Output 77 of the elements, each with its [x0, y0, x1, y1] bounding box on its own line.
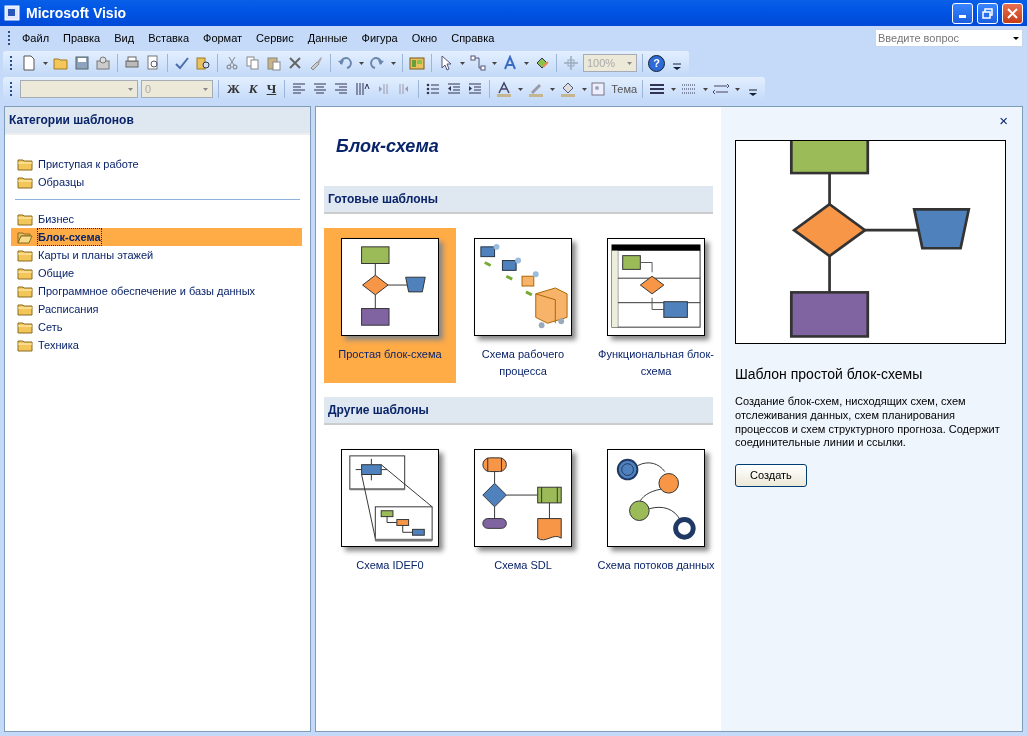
- create-button[interactable]: Создать: [735, 464, 807, 487]
- menu-item[interactable]: Формат: [196, 27, 250, 49]
- category-item[interactable]: Образцы: [11, 173, 302, 191]
- menu-item[interactable]: Вид: [107, 27, 142, 49]
- permission-icon[interactable]: [94, 54, 112, 72]
- folder-icon: [17, 229, 33, 245]
- paste-icon[interactable]: [265, 54, 283, 72]
- folder-icon: [17, 337, 33, 353]
- bold-button[interactable]: Ж: [224, 79, 243, 99]
- close-button[interactable]: ×: [999, 113, 1008, 128]
- template-label: Простая блок-схема: [338, 347, 442, 362]
- research-icon[interactable]: [194, 54, 212, 72]
- menu-item[interactable]: Файл: [15, 27, 57, 49]
- menu-item[interactable]: Правка: [56, 27, 108, 49]
- gallery-title: Блок-схема: [335, 135, 440, 158]
- category-item[interactable]: Карты и планы этажей: [11, 246, 302, 264]
- folder-icon: [17, 156, 33, 172]
- menu-item[interactable]: Сервис: [249, 27, 301, 49]
- template-label: Схема SDL: [494, 558, 552, 573]
- template-item[interactable]: Схема потоков данных: [590, 439, 722, 578]
- category-item[interactable]: Блок-схема: [11, 228, 302, 246]
- text-icon[interactable]: [501, 54, 519, 72]
- menu-item[interactable]: Вставка: [141, 27, 196, 49]
- menu-item[interactable]: Фигура: [354, 27, 405, 49]
- folder-icon: [17, 319, 33, 335]
- template-label: Функциональная блок-схема: [597, 347, 715, 379]
- cut-icon[interactable]: [223, 54, 241, 72]
- menu-item[interactable]: Справка: [444, 27, 502, 49]
- category-item[interactable]: Расписания: [11, 300, 302, 318]
- template-item[interactable]: Схема IDEF0: [324, 439, 456, 578]
- section-title: Готовые шаблоны: [324, 186, 713, 214]
- category-item[interactable]: Общие: [11, 264, 302, 282]
- panel-title: Категории шаблонов: [5, 107, 310, 135]
- help-button[interactable]: ?: [648, 54, 665, 72]
- vertical-text-icon[interactable]: [353, 80, 372, 98]
- section-title: Другие шаблоны: [324, 397, 713, 425]
- close-icon: [1007, 7, 1018, 19]
- restore-icon: [982, 7, 993, 19]
- theme-icon: [591, 81, 608, 97]
- italic-button[interactable]: К: [245, 79, 261, 99]
- template-item[interactable]: Простая блок-схема: [324, 228, 456, 383]
- folder-icon: [17, 174, 33, 190]
- category-item[interactable]: Приступая к работе: [11, 155, 302, 173]
- template-label: Схема рабочего процесса: [480, 347, 566, 379]
- template-label: Схема IDEF0: [356, 558, 424, 573]
- restore-button[interactable]: [977, 2, 998, 24]
- menu-item[interactable]: Окно: [404, 27, 445, 49]
- theme-button[interactable]: Тема: [591, 80, 638, 98]
- folder-icon: [17, 265, 33, 281]
- font-color-icon[interactable]: [495, 80, 514, 98]
- folder-icon: [17, 301, 33, 317]
- category-item[interactable]: Сеть: [11, 318, 302, 336]
- window-title: Microsoft Visio: [26, 3, 127, 23]
- folder-icon: [17, 211, 33, 227]
- template-title: Шаблон простой блок-схемы: [735, 365, 924, 384]
- category-item[interactable]: Программное обеспечение и базы данных: [11, 282, 302, 300]
- folder-icon: [17, 283, 33, 299]
- template-item[interactable]: Схема рабочего процесса: [457, 228, 589, 383]
- help-search-field[interactable]: Введите вопрос: [875, 29, 1023, 47]
- minimize-button[interactable]: [952, 2, 973, 24]
- template-item[interactable]: Функциональная блок-схема: [590, 228, 722, 383]
- fill-color-icon[interactable]: [559, 80, 578, 98]
- app-icon: [4, 5, 20, 21]
- template-description: Создание блок-схем, нисходящих схем, схем отслеживания данных, схем планирования процессов и схем структурного прогноза. Содержит соединительные линии и ссылки.: [735, 395, 1001, 450]
- connector-icon[interactable]: [469, 54, 487, 72]
- copy-icon[interactable]: [244, 54, 262, 72]
- close-button[interactable]: [1002, 2, 1023, 24]
- underline-button[interactable]: Ч: [263, 79, 280, 99]
- menu-item[interactable]: Данные: [300, 27, 355, 49]
- folder-icon: [17, 247, 33, 263]
- template-label: Схема потоков данных: [597, 558, 715, 573]
- save-icon[interactable]: [73, 54, 91, 72]
- category-item[interactable]: Техника: [11, 336, 302, 354]
- category-item[interactable]: Бизнес: [11, 210, 302, 228]
- minimize-icon: [959, 15, 966, 18]
- template-item[interactable]: Схема SDL: [457, 439, 589, 578]
- shapes-icon[interactable]: [408, 54, 426, 72]
